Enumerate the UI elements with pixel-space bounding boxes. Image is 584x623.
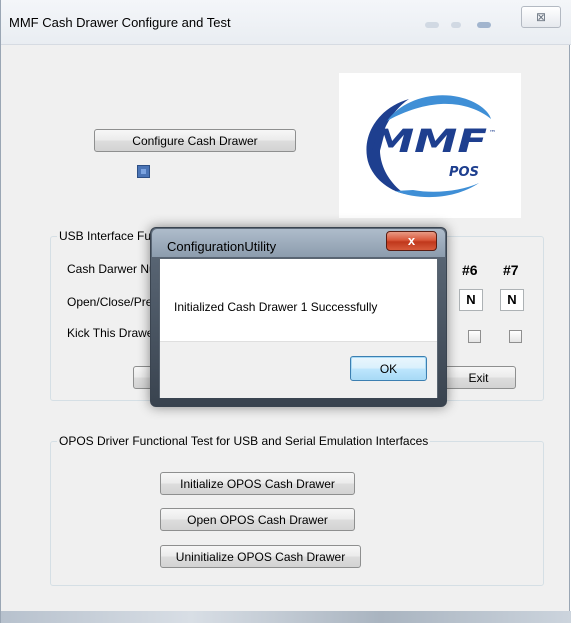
kick-drawer-6-checkbox[interactable] [468, 330, 481, 343]
open-close-label: Open/Close/Pre [67, 295, 153, 309]
window-controls-blurred [421, 18, 501, 32]
drawer-number-label: Cash Darwer Nu [67, 262, 156, 276]
uninitialize-opos-button[interactable]: Uninitialize OPOS Cash Drawer [160, 545, 361, 568]
kick-drawer-label: Kick This Drawer [67, 326, 158, 340]
dialog-title: ConfigurationUtility [167, 239, 277, 254]
initialize-opos-button[interactable]: Initialize OPOS Cash Drawer [160, 472, 355, 495]
kick-drawer-7-checkbox[interactable] [509, 330, 522, 343]
taskbar-strip [1, 611, 571, 623]
logo-trademark: ™ [489, 129, 496, 137]
window-titlebar[interactable]: MMF Cash Drawer Configure and Test ⊠ [1, 0, 571, 45]
dialog-message: Initialized Cash Drawer 1 Successfully [174, 300, 378, 314]
drawer-7-header: #7 [503, 262, 519, 278]
logo-wordmark: MMF [371, 122, 487, 160]
dialog-body: Initialized Cash Drawer 1 Successfully O… [159, 258, 438, 398]
drawer-7-status: N [500, 289, 524, 311]
dialog-close-button[interactable]: x [386, 231, 437, 251]
dialog-footer: OK [160, 341, 437, 398]
mmf-pos-logo-graphic: MMF ™ POS [366, 95, 496, 198]
mmf-pos-logo: MMF ™ POS [339, 73, 521, 218]
opos-group-legend: OPOS Driver Functional Test for USB and … [59, 434, 429, 448]
window-title: MMF Cash Drawer Configure and Test [9, 15, 231, 30]
usb-group-legend: USB Interface Fu [59, 229, 152, 243]
close-icon: x [407, 233, 416, 248]
drawer-6-status: N [459, 289, 483, 311]
status-indicator [137, 165, 150, 178]
close-icon: ⊠ [535, 10, 547, 24]
configure-cash-drawer-button[interactable]: Configure Cash Drawer [94, 129, 296, 152]
ok-button[interactable]: OK [350, 356, 427, 381]
window-close-button[interactable]: ⊠ [521, 6, 561, 28]
configuration-utility-dialog: ConfigurationUtility x Initialized Cash … [150, 227, 447, 407]
logo-pos-text: POS [449, 165, 479, 180]
drawer-6-header: #6 [462, 262, 478, 278]
exit-button[interactable]: Exit [441, 366, 516, 389]
open-opos-button[interactable]: Open OPOS Cash Drawer [160, 508, 355, 531]
